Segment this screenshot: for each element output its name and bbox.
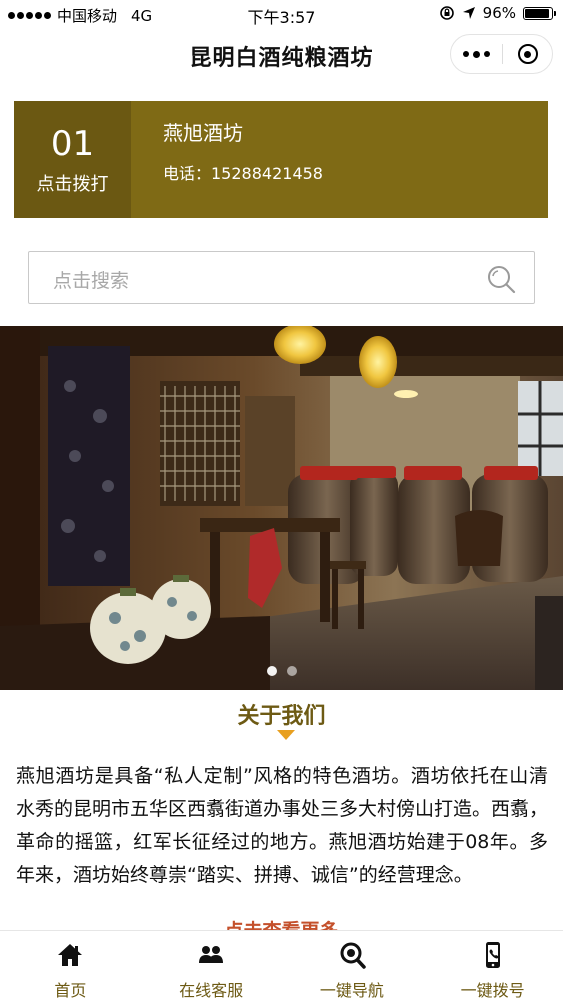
shop-name: 燕旭酒坊 bbox=[163, 121, 243, 145]
call-label: 点击拨打 bbox=[36, 173, 109, 195]
hero-carousel[interactable] bbox=[0, 326, 563, 690]
carousel-dot[interactable] bbox=[266, 666, 277, 676]
battery-percent: 96% bbox=[482, 4, 516, 22]
tab-label: 在线客服 bbox=[179, 981, 244, 1000]
tab-label: 一键拨号 bbox=[460, 981, 525, 1000]
close-circle-icon bbox=[517, 44, 538, 64]
tab-online-service[interactable]: 在线客服 bbox=[141, 931, 282, 1001]
battery-icon bbox=[523, 6, 556, 20]
carousel-dot[interactable] bbox=[286, 666, 297, 676]
tab-call[interactable]: 一键拨号 bbox=[422, 931, 563, 1001]
contact-info: 燕旭酒坊 电话：15288421458 bbox=[131, 101, 323, 218]
wine-cellar-photo bbox=[0, 326, 563, 690]
tab-home[interactable]: 首页 bbox=[0, 931, 141, 1001]
location-icon bbox=[462, 7, 475, 19]
call-button[interactable]: 01 点击拨打 bbox=[14, 101, 131, 218]
tab-label: 一键导航 bbox=[319, 981, 384, 1000]
nav-bar: 昆明白酒纯粮酒坊 bbox=[0, 28, 563, 84]
caret-down-icon bbox=[277, 730, 295, 740]
mini-program-capsule bbox=[450, 34, 553, 74]
tab-navigation[interactable]: 一键导航 bbox=[282, 931, 423, 1001]
status-bar: 中国移动 4G 下午3:57 96% bbox=[0, 0, 563, 28]
search-placeholder: 点击搜索 bbox=[53, 270, 130, 292]
about-description: 燕旭酒坊是具备“私人定制”风格的特色酒坊。酒坊依托在山清水秀的昆明市五华区西翥街… bbox=[16, 765, 549, 886]
tab-label: 首页 bbox=[54, 981, 87, 1000]
contact-number: 01 bbox=[50, 123, 95, 164]
shop-phone: 电话：15288421458 bbox=[163, 164, 323, 183]
contact-card[interactable]: 01 点击拨打 燕旭酒坊 电话：15288421458 bbox=[14, 101, 548, 218]
phone-icon bbox=[485, 942, 500, 968]
search-input[interactable]: 点击搜索 bbox=[28, 251, 535, 304]
home-icon bbox=[58, 944, 83, 966]
about-heading: 关于我们 bbox=[237, 704, 326, 729]
close-program-button[interactable] bbox=[503, 44, 552, 64]
navigation-icon bbox=[340, 942, 366, 969]
carousel-indicators bbox=[0, 666, 563, 676]
rotation-lock-icon bbox=[439, 6, 454, 20]
people-icon bbox=[199, 946, 224, 963]
search-icon[interactable] bbox=[486, 264, 516, 294]
tab-bar: 首页 在线客服 一键导航 一键拨号 bbox=[0, 930, 563, 1001]
view-more-link[interactable]: 点击查看更多 bbox=[0, 916, 563, 930]
more-options-button[interactable] bbox=[451, 50, 502, 58]
